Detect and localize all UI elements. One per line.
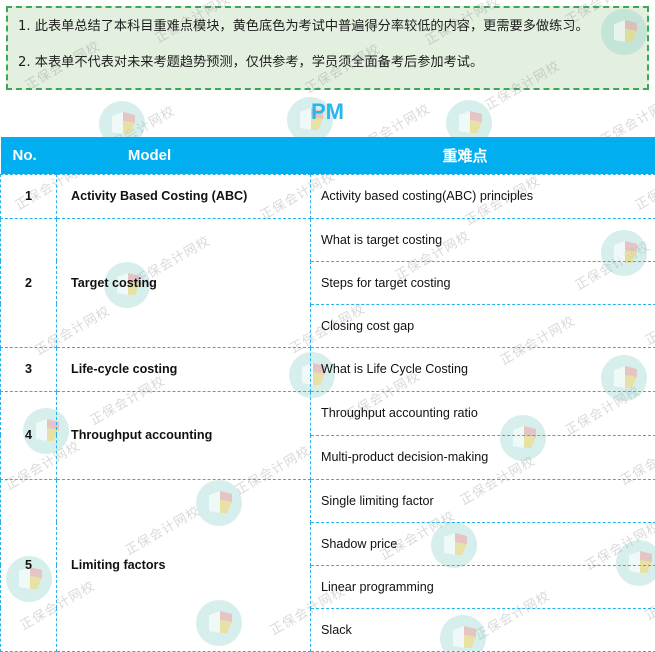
table-row: 1Activity Based Costing (ABC)Activity ba… <box>1 174 655 218</box>
page-title: PM <box>0 99 655 125</box>
table-row: 5Limiting factorsSingle limiting factor <box>1 479 655 522</box>
cell-key-point-highlighted: Closing cost gap <box>311 304 655 347</box>
cell-key-point-highlighted: Multi-product decision-making <box>311 435 655 479</box>
cell-row-number: 1 <box>1 174 57 218</box>
cell-key-point-highlighted: Steps for target costing <box>311 261 655 304</box>
notice-box: 1. 此表单总结了本科目重难点模块，黄色底色为考试中普遍得分率较低的内容，更需要… <box>6 6 649 90</box>
cell-model-name: Activity Based Costing (ABC) <box>57 174 311 218</box>
cell-key-point: Activity based costing(ABC) principles <box>311 174 655 218</box>
column-header-no: No. <box>1 137 57 174</box>
cell-key-point: What is Life Cycle Costing <box>311 347 655 391</box>
column-header-model: Model <box>57 137 311 174</box>
table-header: No. Model 重难点 <box>1 137 655 174</box>
cell-key-point: Shadow price <box>311 522 655 565</box>
exam-key-points-table: No. Model 重难点 1Activity Based Costing (A… <box>0 137 655 652</box>
cell-row-number: 3 <box>1 347 57 391</box>
notice-line-2: 2. 本表单不代表对未来考题趋势预测，仅供参考，学员须全面备考后参加考试。 <box>18 53 637 72</box>
cell-row-number: 4 <box>1 391 57 479</box>
cell-key-point: What is target costing <box>311 218 655 261</box>
table-body: 1Activity Based Costing (ABC)Activity ba… <box>1 174 655 651</box>
table-header-row: No. Model 重难点 <box>1 137 655 174</box>
column-header-key-points: 重难点 <box>311 137 655 174</box>
cell-row-number: 5 <box>1 479 57 651</box>
notice-line-1: 1. 此表单总结了本科目重难点模块，黄色底色为考试中普遍得分率较低的内容，更需要… <box>18 17 637 36</box>
cell-key-point: Slack <box>311 608 655 651</box>
cell-row-number: 2 <box>1 218 57 347</box>
cell-key-point: Single limiting factor <box>311 479 655 522</box>
cell-key-point-highlighted: Throughput accounting ratio <box>311 391 655 435</box>
table-row: 2Target costingWhat is target costing <box>1 218 655 261</box>
cell-model-name: Limiting factors <box>57 479 311 651</box>
table-row: 4Throughput accountingThroughput account… <box>1 391 655 435</box>
cell-model-name: Target costing <box>57 218 311 347</box>
cell-model-name: Throughput accounting <box>57 391 311 479</box>
cell-model-name: Life-cycle costing <box>57 347 311 391</box>
cell-key-point: Linear programming <box>311 565 655 608</box>
table-row: 3Life-cycle costingWhat is Life Cycle Co… <box>1 347 655 391</box>
